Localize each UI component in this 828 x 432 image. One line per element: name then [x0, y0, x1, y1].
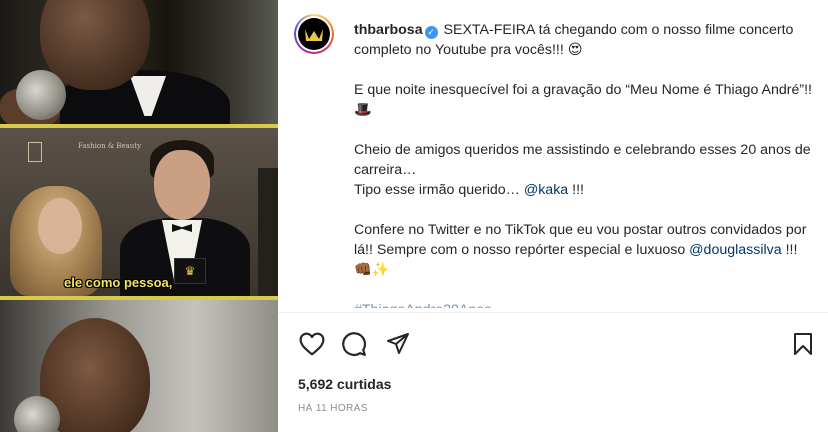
microphone [16, 70, 66, 120]
microphone-cube: ♛ [174, 258, 206, 284]
likes-count[interactable]: 5,692 curtidas [298, 376, 391, 392]
woman-face [38, 198, 82, 254]
video-frame-bottom [0, 300, 278, 432]
caption-line: Tipo esse irmão querido… [354, 182, 524, 198]
post-panel: thbarbosa ✓ SEXTA-FEIRA tá chegando com o… [278, 0, 828, 432]
comment-icon [342, 332, 366, 356]
heart-icon [299, 332, 325, 356]
caption-line: Cheio de amigos queridos me assistindo e… [354, 142, 815, 178]
backdrop-text: Fashion & Beauty [78, 142, 142, 150]
background-person [258, 168, 278, 296]
verified-badge-icon: ✓ [424, 26, 438, 39]
post-caption: thbarbosa ✓ SEXTA-FEIRA tá chegando com o… [354, 20, 816, 308]
username-link[interactable]: thbarbosa [354, 22, 423, 38]
share-button[interactable] [384, 330, 412, 358]
save-button[interactable] [789, 330, 817, 358]
caption-line: !!! [568, 182, 584, 198]
like-button[interactable] [298, 330, 326, 358]
avatar[interactable] [294, 14, 334, 54]
video-frame-middle: Fashion & Beauty ♛ ele como pessoa, [0, 124, 278, 300]
caption-paragraph-4: Confere no Twitter e no TikTok que eu vo… [354, 220, 816, 280]
crown-logo-icon: ♛ [184, 264, 196, 278]
mention-link-kaka[interactable]: @kaka [524, 182, 568, 198]
divider [278, 312, 828, 313]
comment-button[interactable] [340, 330, 368, 358]
video-frame-top [0, 0, 278, 124]
caption-paragraph-3: Cheio de amigos queridos me assistindo e… [354, 140, 816, 200]
bookmark-icon [794, 333, 812, 355]
hashtag-link[interactable]: #ThiagoAndre20Anos [354, 300, 816, 308]
post-media[interactable]: Fashion & Beauty ♛ ele como pessoa, [0, 0, 278, 432]
crown-logo-icon [305, 29, 323, 41]
action-bar [278, 322, 828, 362]
mention-link-douglassilva[interactable]: @douglassilva [689, 242, 781, 258]
post-timestamp[interactable]: HÁ 11 HORAS [298, 403, 368, 414]
caption-paragraph-2: E que noite inesquecível foi a gravação … [354, 82, 816, 118]
video-subtitle: ele como pessoa, [64, 275, 173, 290]
man-face [154, 150, 210, 220]
paper-plane-icon [387, 333, 409, 354]
backdrop-logo [28, 142, 42, 162]
